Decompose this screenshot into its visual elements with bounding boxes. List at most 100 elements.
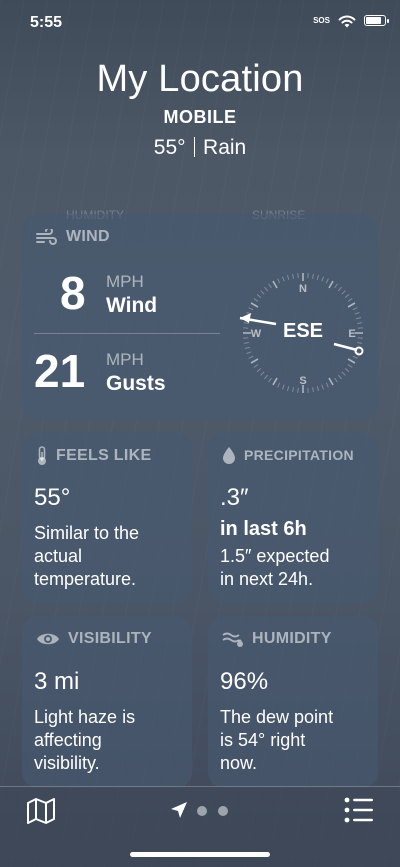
compass-tick [264,374,269,380]
location-header: My Location MOBILE 55° Rain [0,58,400,160]
wind-speed-label: Wind [106,294,158,317]
home-indicator [130,852,270,857]
wind-divider [34,333,220,334]
wind-direction: ESE [282,320,324,342]
current-conditions: 55° Rain [0,136,400,160]
compass-tick [328,280,334,289]
compass-tick [282,276,285,282]
description-line: The dew point [220,707,334,727]
compass-tick [272,280,278,289]
description-line: visibility. [34,753,100,773]
compass-tick [325,382,329,388]
compass-tick [316,385,320,392]
wind-icon [36,229,57,245]
feels-like-value: 55° [34,484,71,511]
compass-tick [312,273,314,279]
compass-tick [272,377,278,386]
wind-speed-unit: MPH [106,272,144,291]
page-dot[interactable] [197,806,207,816]
compass-tick [256,294,262,299]
sos-indicator: SOS [313,16,330,25]
compass-tick [334,377,338,383]
compass-tick [268,283,272,289]
list-icon[interactable] [344,797,374,823]
wind-compass: N E S W ESE [236,266,370,400]
compass-tick [282,384,285,390]
map-icon[interactable] [26,797,56,825]
description-line: in next 24h. [220,569,314,589]
compass-tick [337,374,342,380]
visibility-card[interactable]: VISIBILITY 3 mi Light haze is affecting … [22,616,192,788]
humidity-value: 96% [220,668,269,695]
humidity-header: HUMIDITY [222,630,332,648]
compass-tick [277,382,281,388]
divider [193,137,196,157]
feels-like-card[interactable]: FEELS LIKE 55° Similar to the actual tem… [22,432,192,604]
humidity-card[interactable]: HUMIDITY 96% The dew point is 54° right … [208,616,378,788]
feels-like-description: Similar to the actual temperature. [34,522,139,591]
compass-south: S [299,375,306,387]
wind-card-title: WIND [66,228,110,245]
precipitation-header: PRECIPITATION [222,446,354,464]
current-temperature: 55° [153,136,186,159]
compass-tick [321,276,324,282]
location-subtitle: MOBILE [163,107,237,127]
visibility-title: VISIBILITY [68,630,152,647]
compass-tick [250,302,259,308]
location-title: My Location [96,58,304,100]
wind-card[interactable]: WIND 8 MPH Wind 21 MPH Gusts N E S W ESE [22,214,378,420]
visibility-value: 3 mi [34,668,80,695]
compass-tick [344,294,350,299]
humidity-title: HUMIDITY [252,630,332,647]
compass-tick [321,384,324,390]
wind-gust-value: 21 [34,345,86,397]
thermometer-icon [38,446,46,465]
feels-like-header: FEELS LIKE [36,446,151,466]
compass-tick [260,290,265,295]
compass-tick [341,290,346,295]
humidity-icon [222,632,243,647]
compass-tick [292,273,294,279]
humidity-description: The dew point is 54° right now. [220,706,333,775]
precipitation-title: PRECIPITATION [244,447,354,463]
compass-tick [277,278,281,284]
compass-tick [286,385,290,392]
wind-speed-value: 8 [60,267,86,319]
compass-tick [354,312,360,315]
compass-tick [341,371,346,376]
compass-tick [334,283,338,289]
compass-tick [325,278,329,284]
compass-tick [246,351,252,354]
wind-gust-unit: MPH [106,350,144,369]
compass-tick [248,355,254,359]
raindrop-icon [223,447,235,464]
description-line: actual [34,546,83,566]
location-arrow-icon[interactable] [170,801,188,819]
compass-tick [352,307,358,311]
visibility-header: VISIBILITY [36,630,152,648]
description-line: temperature. [34,569,137,589]
compass-tick [253,364,259,368]
eye-icon [37,633,59,645]
compass-tick [250,358,259,364]
description-line: 1.5″ expected [220,546,330,566]
description-line: now. [220,753,258,773]
precipitation-card[interactable]: PRECIPITATION .3″ in last 6h 1.5″ expect… [208,432,378,604]
compass-tick [347,358,356,364]
status-bar: 5:55 SOS [0,0,400,44]
current-condition: Rain [203,136,247,159]
page-dot[interactable] [218,806,228,816]
precipitation-value: .3″ [220,484,249,511]
status-time: 5:55 [30,14,63,31]
compass-tick [248,307,254,311]
compass-tick [347,302,356,308]
precipitation-period: in last 6h [220,518,307,540]
compass-tick [328,377,334,386]
compass-tick [347,298,353,302]
wind-arrow-start [333,342,358,352]
compass-tick [316,274,320,281]
feels-like-title: FEELS LIKE [56,447,152,464]
battery-icon [364,15,389,26]
description-line: affecting [34,730,102,750]
description-line: Similar to the [34,523,140,543]
